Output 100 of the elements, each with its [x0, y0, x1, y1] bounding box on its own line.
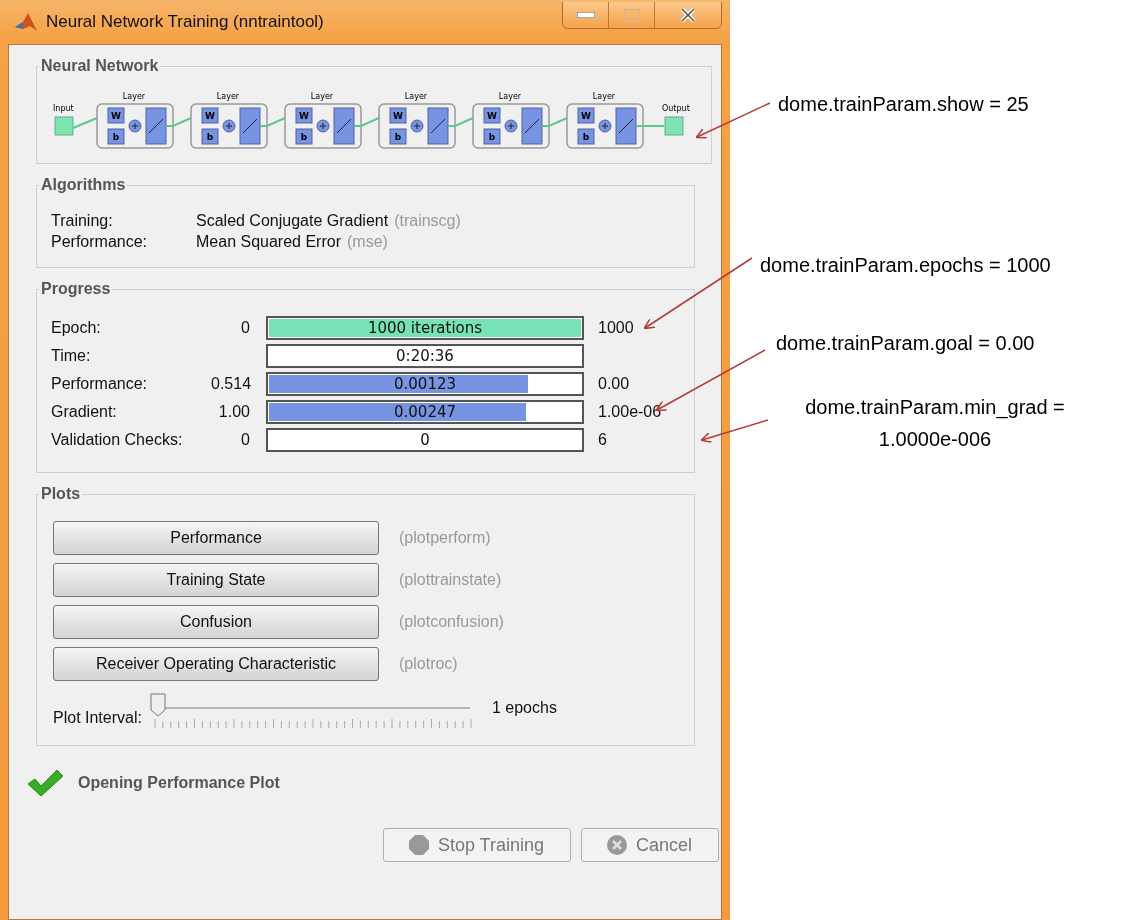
plot-button[interactable]: Confusion — [53, 605, 379, 639]
bias-label: b — [206, 132, 214, 142]
stop-sign-icon — [407, 834, 430, 856]
close-button[interactable] — [655, 2, 721, 28]
annotation-text: dome.trainParam.goal = 0.00 — [776, 331, 1035, 356]
connector-line — [165, 117, 192, 127]
maximize-icon — [623, 8, 640, 22]
checkmark-icon — [26, 768, 64, 798]
connector-line — [259, 117, 286, 127]
start-value: 1.00 — [218, 403, 250, 420]
output-node — [664, 116, 684, 136]
bias-label: b — [582, 132, 590, 142]
layer-label: Layer — [498, 92, 522, 101]
annotation-text: dome.trainParam.min_grad = 1.0000e-006 — [804, 395, 1066, 452]
group-title: Progress — [40, 280, 112, 298]
window-title: Neural Network Training (nntraintool) — [46, 12, 324, 32]
app-logo-icon — [14, 11, 38, 33]
bias-box — [483, 128, 501, 145]
sum-node-icon — [598, 119, 612, 133]
input-label: Input — [53, 104, 74, 113]
layer-label: Layer — [310, 92, 334, 101]
transfer-function-icon — [521, 107, 543, 145]
sum-node-icon — [128, 119, 142, 133]
field-label: Epoch: — [51, 319, 102, 337]
group-title: Neural Network — [40, 57, 160, 75]
transfer-function-icon — [615, 107, 637, 145]
target-value: 1000 — [598, 319, 634, 336]
layer-label: Layer — [404, 92, 428, 101]
group-title: Plots — [40, 485, 82, 503]
layer-label: Layer — [122, 92, 146, 101]
weight-label: W — [205, 111, 215, 121]
function-name: (plottrainstate) — [399, 571, 503, 589]
weight-box — [577, 107, 595, 124]
start-value: 0 — [241, 319, 250, 336]
progress-text: 1000 iterations — [367, 319, 483, 337]
transfer-function-icon — [239, 107, 261, 145]
function-name: (plotconfusion) — [399, 613, 505, 631]
function-name: (plotroc) — [399, 655, 459, 673]
sum-node-icon — [222, 119, 236, 133]
connector-line — [635, 125, 665, 127]
progress-text: 0.00123 — [394, 375, 456, 393]
field-value: Mean Squared Error — [196, 233, 341, 251]
function-name: (trainscg) — [394, 212, 461, 230]
sum-node-icon — [410, 119, 424, 133]
weight-label: W — [393, 111, 403, 121]
transfer-function-icon — [427, 107, 449, 145]
sum-node-icon — [504, 119, 518, 133]
weight-label: W — [487, 111, 497, 121]
close-icon — [679, 7, 697, 23]
weight-label: W — [581, 111, 591, 121]
connector-line — [353, 117, 380, 127]
start-value: 0 — [241, 431, 250, 448]
layer-label: Layer — [216, 92, 240, 101]
slider-thumb[interactable] — [149, 693, 166, 717]
bias-label: b — [394, 132, 402, 142]
output-label: Output — [662, 104, 690, 113]
field-label: Gradient: — [51, 403, 118, 421]
bias-box — [295, 128, 313, 145]
status-message: Opening Performance Plot — [78, 774, 280, 792]
target-value: 0.00 — [598, 375, 630, 392]
bias-label: b — [112, 132, 120, 142]
bias-label: b — [488, 132, 496, 142]
function-name: (plotperform) — [399, 529, 492, 547]
connector-line — [447, 117, 474, 127]
input-node — [54, 116, 74, 136]
weight-label: W — [299, 111, 309, 121]
target-value: 6 — [598, 431, 607, 448]
start-value: 0.514 — [211, 375, 252, 392]
field-label: Validation Checks: — [51, 431, 184, 449]
field-label: Performance: — [51, 233, 149, 251]
annotation-text: dome.trainParam.show = 25 — [778, 92, 1029, 117]
weight-box — [483, 107, 501, 124]
layer-label: Layer — [592, 92, 616, 101]
bias-box — [389, 128, 407, 145]
weight-label: W — [111, 111, 121, 121]
bias-box — [107, 128, 125, 145]
slider-label: Plot Interval: — [53, 709, 142, 727]
annotation-text: dome.trainParam.epochs = 1000 — [760, 253, 1051, 278]
field-value: Scaled Conjugate Gradient — [196, 212, 389, 230]
connector-line — [541, 117, 568, 127]
minimize-button[interactable] — [563, 2, 609, 28]
transfer-function-icon — [145, 107, 167, 145]
minimize-icon — [576, 12, 595, 18]
interval-slider[interactable] — [149, 695, 474, 729]
transfer-function-icon — [333, 107, 355, 145]
weight-box — [201, 107, 219, 124]
field-label: Performance: — [51, 375, 149, 393]
target-value: 1.00e-06 — [598, 403, 662, 420]
plot-button[interactable]: Performance — [53, 521, 379, 555]
field-label: Time: — [51, 347, 92, 365]
field-label: Training: — [51, 212, 114, 230]
cancel-icon — [605, 834, 628, 856]
bias-box — [577, 128, 595, 145]
weight-box — [389, 107, 407, 124]
plot-button[interactable]: Training State — [53, 563, 379, 597]
progress-text: 0.00247 — [394, 403, 456, 421]
plot-button[interactable]: Receiver Operating Characteristic — [53, 647, 379, 681]
connector-line — [72, 117, 98, 129]
group-title: Algorithms — [40, 176, 127, 194]
maximize-button[interactable] — [609, 2, 655, 28]
